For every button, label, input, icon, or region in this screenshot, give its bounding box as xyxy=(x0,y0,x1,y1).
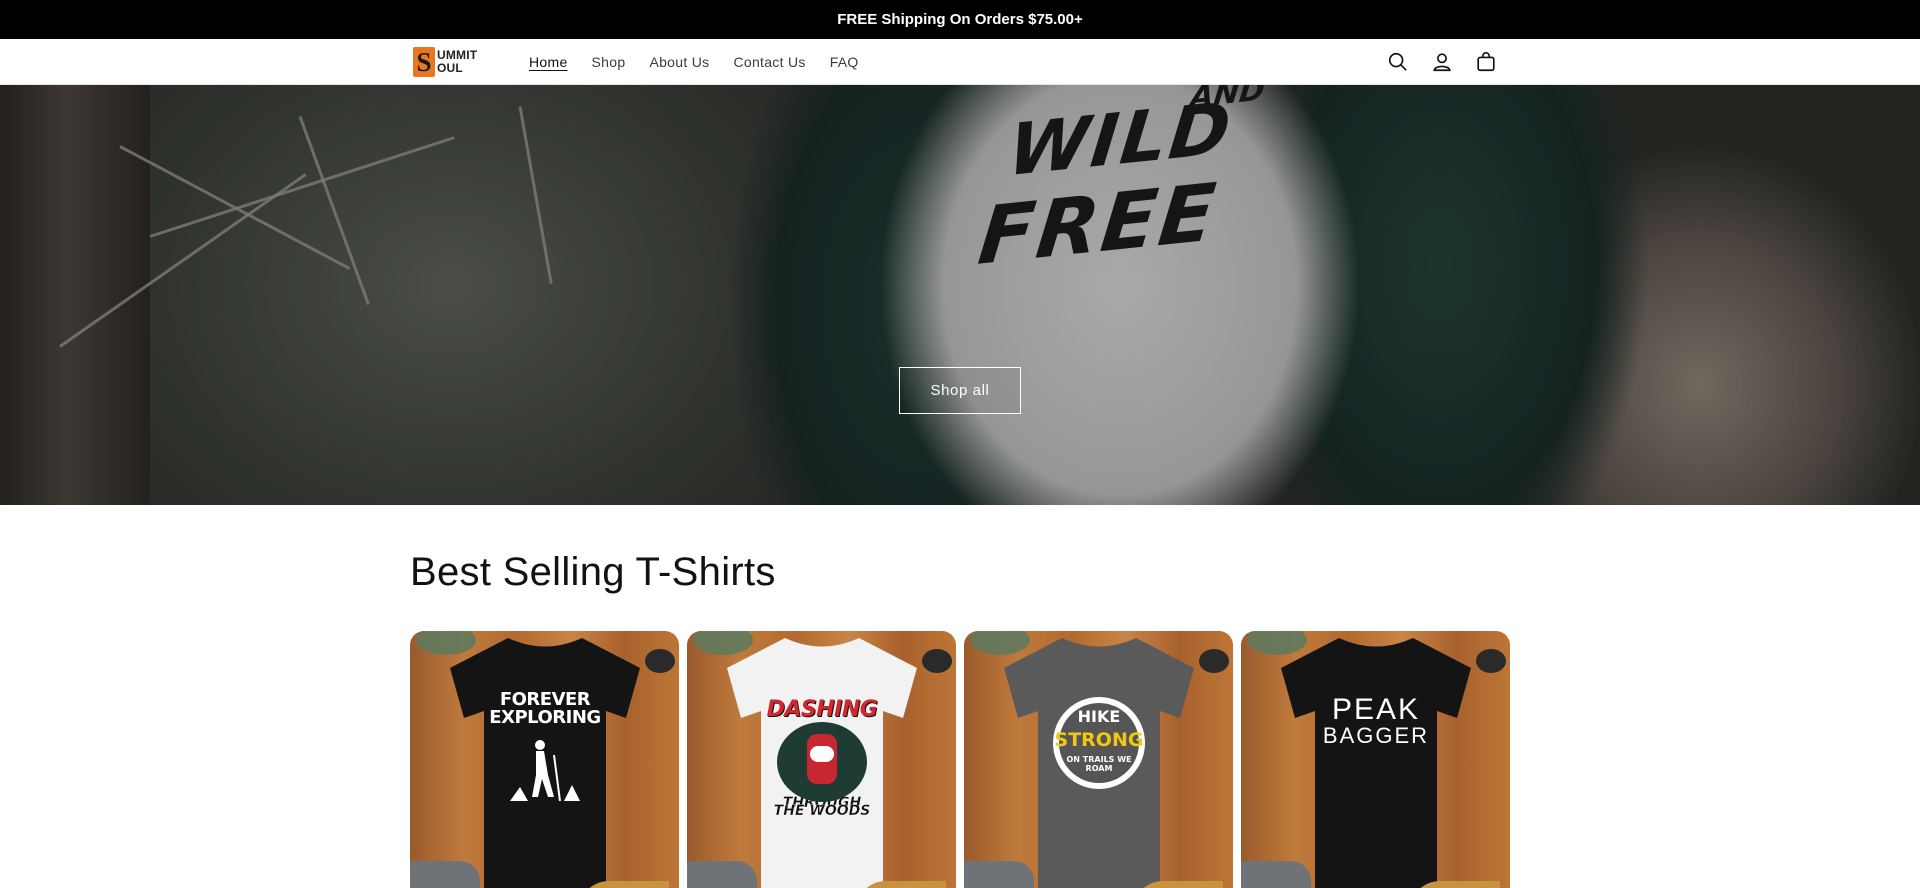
santa-beard xyxy=(810,746,834,762)
product-card[interactable]: PEAK BAGGER xyxy=(1241,631,1510,888)
product-grid: FOREVER EXPLORING DASHING THROUGH THE WO… xyxy=(410,631,1510,888)
design-line-2: STRONG xyxy=(1054,729,1144,751)
design-title: DASHING xyxy=(766,697,878,722)
search-icon xyxy=(1388,52,1407,71)
sunglasses-decoration xyxy=(1199,649,1229,673)
tshirt-image xyxy=(1281,638,1471,888)
section-title: Best Selling T-Shirts xyxy=(410,550,776,594)
design-line-2: BAGGER xyxy=(1322,723,1430,748)
design-line-3: ON TRAILS WE ROAM xyxy=(1066,755,1132,773)
design-badge: HIKE STRONG ON TRAILS WE ROAM xyxy=(1053,697,1145,789)
logo[interactable]: S UMMIT OUL xyxy=(413,46,485,78)
account-icon xyxy=(1433,53,1451,72)
search-button[interactable] xyxy=(1376,40,1420,84)
product-card[interactable]: FOREVER EXPLORING xyxy=(410,631,679,888)
shop-all-button[interactable]: Shop all xyxy=(899,367,1021,414)
logo-line-2: OUL xyxy=(437,61,463,75)
jeans-decoration xyxy=(1241,861,1311,888)
nav-contact-us[interactable]: Contact Us xyxy=(733,54,805,70)
product-card[interactable]: HIKE STRONG ON TRAILS WE ROAM xyxy=(964,631,1233,888)
cart-button[interactable] xyxy=(1464,40,1508,84)
design-line-2: THE WOODS xyxy=(773,803,871,819)
sunglasses-decoration xyxy=(1476,649,1506,673)
jeans-decoration xyxy=(964,861,1034,888)
announcement-text: FREE Shipping On Orders $75.00+ xyxy=(837,11,1083,28)
hiker-icon xyxy=(510,740,580,802)
product-design: DASHING THROUGH THE WOODS xyxy=(725,697,919,818)
hero-banner: WILD AND FREE Shop all xyxy=(0,85,1920,505)
design-line-2: EXPLORING xyxy=(489,707,601,728)
sunglasses-decoration xyxy=(922,649,952,673)
nav-about-us[interactable]: About Us xyxy=(649,54,709,70)
account-button[interactable] xyxy=(1420,40,1464,84)
nav-faq[interactable]: FAQ xyxy=(830,54,859,70)
logo-wordmark: UMMIT OUL xyxy=(437,49,477,75)
product-design: HIKE STRONG ON TRAILS WE ROAM xyxy=(1002,697,1196,789)
hero-overlay xyxy=(0,85,1920,505)
nav-shop[interactable]: Shop xyxy=(592,54,626,70)
product-design: PEAK BAGGER xyxy=(1279,695,1473,747)
sunglasses-decoration xyxy=(645,649,675,673)
site-header: S UMMIT OUL Home Shop About Us Contact U… xyxy=(0,39,1920,85)
product-design: FOREVER EXPLORING xyxy=(448,691,642,810)
design-line-1: PEAK xyxy=(1331,693,1421,726)
jeans-decoration xyxy=(687,861,757,888)
main-nav: Home Shop About Us Contact Us FAQ xyxy=(529,39,883,85)
product-card[interactable]: DASHING THROUGH THE WOODS xyxy=(687,631,956,888)
jeans-decoration xyxy=(410,861,480,888)
header-icons xyxy=(1376,39,1508,85)
design-line-1: HIKE xyxy=(1077,707,1121,726)
announcement-bar: FREE Shipping On Orders $75.00+ xyxy=(0,0,1920,39)
logo-initial: S xyxy=(413,47,435,77)
tshirt-shape xyxy=(1281,638,1471,888)
cart-icon xyxy=(1477,52,1495,72)
design-circle xyxy=(777,722,867,802)
nav-home[interactable]: Home xyxy=(529,54,568,70)
